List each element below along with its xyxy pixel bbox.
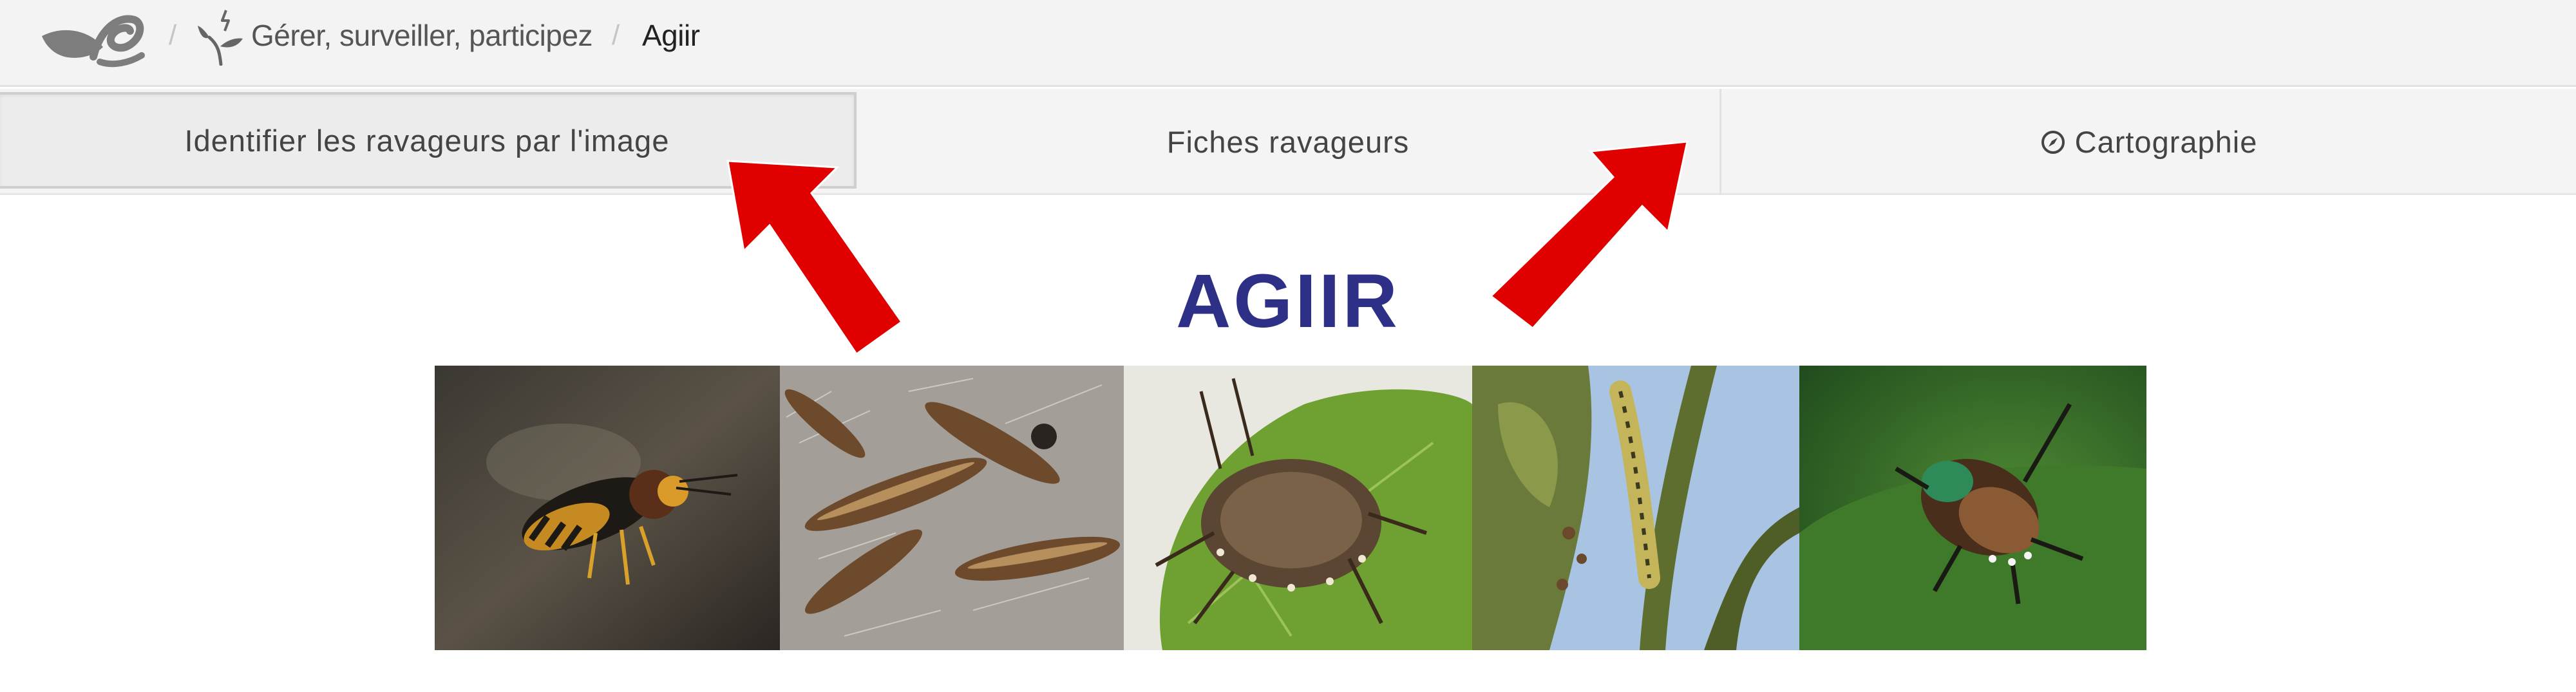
breadcrumb-link-gerer[interactable]: Gérer, surveiller, participez: [251, 18, 593, 53]
tab-bar: Identifier les ravageurs par l'image Fic…: [0, 89, 2576, 195]
tab-label: Cartographie: [2074, 125, 2258, 159]
breadcrumb-current: Agiir: [642, 19, 700, 52]
seedling-icon: [198, 10, 243, 66]
beetle-photo: [1799, 366, 2146, 650]
hornet-photo: [435, 366, 780, 650]
tab-label: Identifier les ravageurs par l'image: [184, 123, 670, 158]
tab-cartographie[interactable]: Cartographie: [1721, 89, 2576, 195]
stink-bug-photo: [1124, 366, 1472, 650]
page-title: AGIIR: [1176, 259, 1400, 344]
red-arrow-icon: [1489, 140, 1689, 330]
site-logo-icon[interactable]: [39, 12, 148, 71]
breadcrumb-bar: / Gérer, surveiller, participez / Agiir: [0, 0, 2576, 87]
caterpillar-plant-photo: [1472, 366, 1799, 650]
pest-banner: [435, 366, 2146, 650]
breadcrumb-separator: /: [612, 19, 620, 51]
compass-icon: [2041, 130, 2065, 154]
breadcrumb-separator: /: [169, 19, 177, 51]
tab-label: Fiches ravageurs: [1166, 125, 1410, 159]
caterpillars-photo: [780, 366, 1124, 650]
red-arrow-icon: [726, 160, 904, 356]
